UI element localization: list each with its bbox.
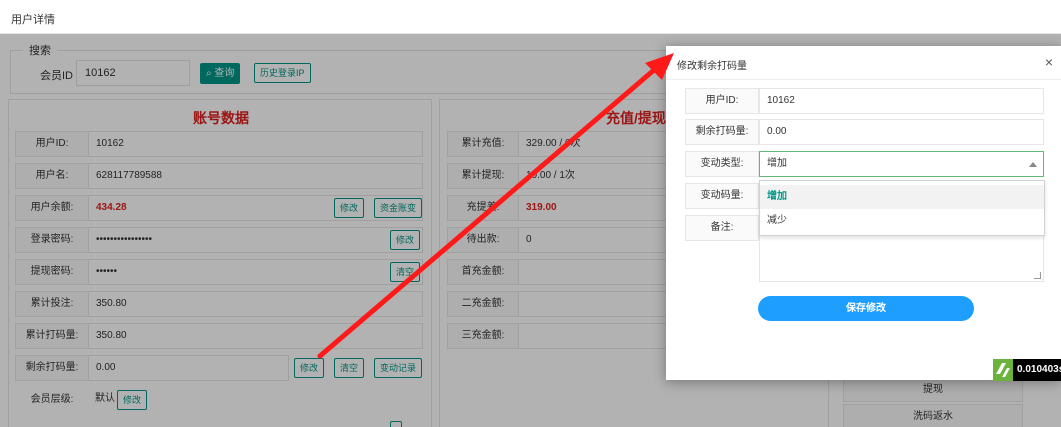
change-type-select[interactable]: 增加	[759, 151, 1044, 177]
modal-change-amount-label: 变动码量:	[685, 183, 759, 209]
save-changes-button[interactable]: 保存修改	[758, 296, 974, 321]
modify-remaining-turnover-modal: 修改剩余打码量 × 用户ID: 10162 剩余打码量: 0.00 变动类型: …	[666, 46, 1061, 380]
timer-value: 0.010403s	[1017, 364, 1061, 375]
window-titlebar: 用户详情	[0, 0, 1061, 34]
modal-user-id-label: 用户ID:	[685, 88, 759, 114]
modal-remaining-field[interactable]: 0.00	[759, 119, 1044, 145]
note-textarea[interactable]	[759, 230, 1044, 282]
dropdown-option-increase[interactable]: 增加	[760, 185, 1044, 209]
modal-user-id-field[interactable]: 10162	[759, 88, 1044, 114]
modal-title: 修改剩余打码量	[677, 61, 747, 72]
dropdown-option-decrease[interactable]: 减少	[760, 209, 1044, 233]
change-type-value: 增加	[767, 158, 787, 169]
change-type-dropdown: 增加 减少	[759, 180, 1045, 236]
chevron-up-icon	[1029, 162, 1037, 167]
close-icon[interactable]: ×	[1045, 55, 1053, 69]
modal-note-label: 备注:	[685, 215, 759, 241]
modal-header: 修改剩余打码量 ×	[666, 46, 1061, 80]
timer-badge: 0.010403s	[993, 359, 1061, 381]
window-title: 用户详情	[11, 14, 55, 26]
logo-icon	[993, 359, 1013, 381]
modal-change-type-label: 变动类型:	[685, 151, 759, 177]
modal-remaining-label: 剩余打码量:	[685, 119, 759, 145]
resize-handle-icon[interactable]	[1034, 272, 1041, 279]
